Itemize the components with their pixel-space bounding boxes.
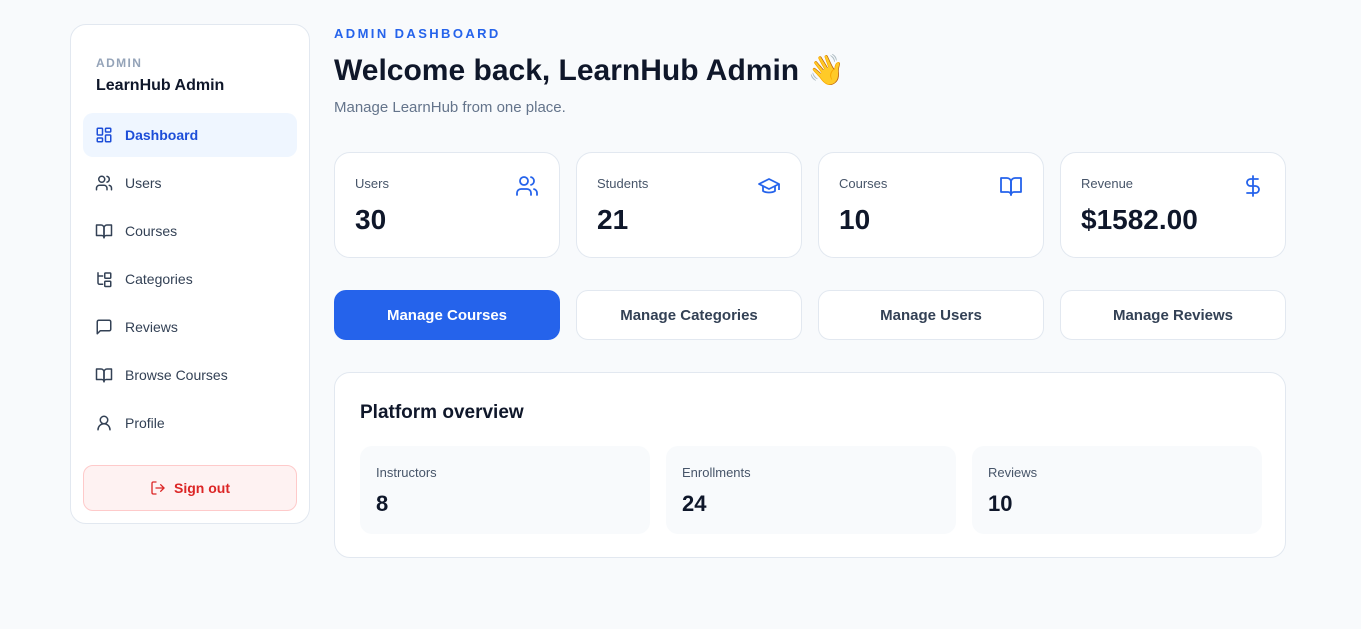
dashboard-icon	[95, 126, 113, 144]
stat-label: Courses	[839, 176, 888, 191]
book-icon	[95, 366, 113, 384]
sidebar-item-profile[interactable]: Profile	[83, 401, 297, 445]
sidebar-item-label: Users	[125, 175, 162, 191]
stat-label: Users	[355, 176, 389, 191]
stat-card-students: Students 21	[576, 152, 802, 258]
stat-value: 10	[839, 204, 871, 235]
sidebar-item-label: Browse Courses	[125, 367, 228, 383]
stats-row: Users 30 Students 21 Courses 10 Revenue …	[334, 152, 1286, 258]
platform-overview-panel: Platform overview Instructors 8 Enrollme…	[334, 372, 1286, 558]
sidebar-item-label: Dashboard	[125, 127, 199, 143]
stat-label: Students	[597, 176, 649, 191]
stat-card-revenue: Revenue $1582.00	[1060, 152, 1286, 258]
overview-heading: Platform overview	[360, 402, 524, 423]
page-eyebrow: ADMIN DASHBOARD	[334, 26, 501, 41]
book-icon	[999, 174, 1023, 198]
manage-users-button[interactable]: Manage Users	[818, 290, 1044, 340]
sign-out-label: Sign out	[174, 480, 230, 496]
manage-categories-button[interactable]: Manage Categories	[576, 290, 802, 340]
sidebar-item-courses[interactable]: Courses	[83, 209, 297, 253]
users-icon	[95, 174, 113, 192]
overview-card-enrollments: Enrollments 24	[666, 446, 956, 534]
users-icon	[515, 174, 539, 198]
overview-card-reviews: Reviews 10	[972, 446, 1262, 534]
page-title: Welcome back, LearnHub Admin 👋	[334, 54, 845, 87]
quick-actions: Manage Courses Manage Categories Manage …	[334, 290, 1286, 340]
overview-value: 24	[682, 491, 707, 516]
manage-reviews-button[interactable]: Manage Reviews	[1060, 290, 1286, 340]
sidebar-brand: LearnHub Admin	[96, 77, 225, 94]
sidebar-nav: Dashboard Users Courses Categories Revie…	[83, 113, 297, 449]
sign-out-button[interactable]: Sign out	[83, 465, 297, 511]
sidebar: ADMIN LearnHub Admin Dashboard Users Cou…	[70, 24, 310, 524]
overview-card-instructors: Instructors 8	[360, 446, 650, 534]
overview-label: Enrollments	[682, 465, 751, 480]
stat-card-users: Users 30	[334, 152, 560, 258]
sidebar-item-label: Reviews	[125, 319, 178, 335]
stat-value: 21	[597, 204, 629, 235]
book-icon	[95, 222, 113, 240]
overview-value: 8	[376, 491, 389, 516]
sidebar-item-label: Profile	[125, 415, 165, 431]
page-subtitle: Manage LearnHub from one place.	[334, 99, 566, 116]
dollar-icon	[1241, 174, 1265, 198]
sidebar-item-label: Courses	[125, 223, 178, 239]
sidebar-item-reviews[interactable]: Reviews	[83, 305, 297, 349]
log-out-icon	[151, 481, 165, 495]
sidebar-item-browse-courses[interactable]: Browse Courses	[83, 353, 297, 397]
user-icon	[95, 414, 113, 432]
folder-tree-icon	[95, 270, 113, 288]
overview-label: Reviews	[988, 465, 1038, 480]
overview-label: Instructors	[376, 465, 437, 480]
stat-label: Revenue	[1081, 176, 1134, 191]
stat-card-courses: Courses 10	[818, 152, 1044, 258]
sidebar-item-categories[interactable]: Categories	[83, 257, 297, 301]
graduation-cap-icon	[757, 174, 781, 198]
stat-value: 30	[355, 204, 387, 235]
stat-value: $1582.00	[1081, 204, 1198, 235]
sidebar-role: ADMIN	[96, 56, 143, 70]
manage-courses-button[interactable]: Manage Courses	[334, 290, 560, 340]
overview-value: 10	[988, 491, 1013, 516]
sidebar-item-users[interactable]: Users	[83, 161, 297, 205]
message-square-icon	[95, 318, 113, 336]
sidebar-item-dashboard[interactable]: Dashboard	[83, 113, 297, 157]
sidebar-item-label: Categories	[125, 271, 193, 287]
